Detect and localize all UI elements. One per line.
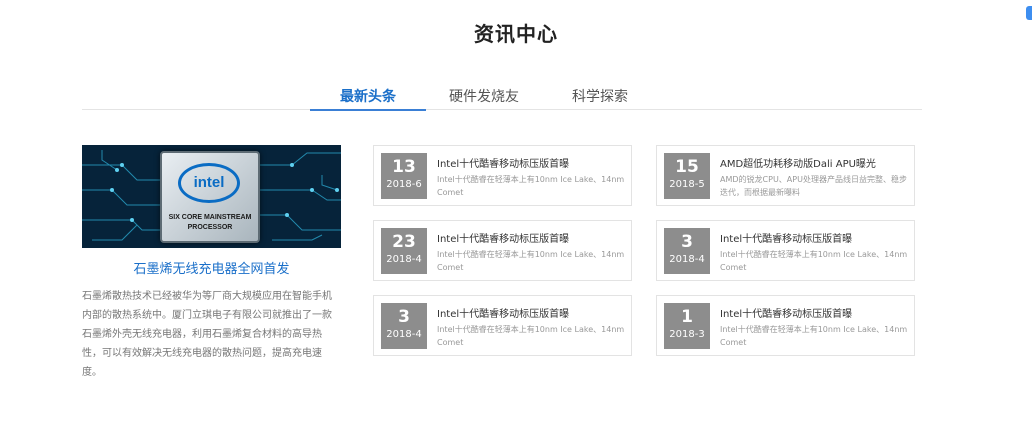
tab-hardware[interactable]: 硬件发烧友 — [426, 86, 542, 110]
date-day: 23 — [392, 232, 416, 252]
date-year-month: 2018-4 — [386, 329, 422, 340]
news-excerpt: Intel十代酷睿在轻薄本上有10nm Ice Lake、14nm Comet — [720, 250, 908, 272]
featured-title[interactable]: 石墨烯无线充电器全网首发 — [82, 258, 341, 277]
date-day: 3 — [681, 232, 693, 252]
news-excerpt: Intel十代酷睿在轻薄本上有10nm Ice Lake、14nm Comet — [437, 250, 625, 272]
date-year-month: 2018-3 — [669, 329, 705, 340]
news-item[interactable]: 3 2018-4 Intel十代酷睿移动标压版首曝 Intel十代酷睿在轻薄本上… — [656, 220, 915, 281]
side-widget-icon[interactable] — [1026, 6, 1032, 20]
news-title[interactable]: Intel十代酷睿移动标压版首曝 — [720, 305, 910, 320]
featured-description: 石墨烯散热技术已经被华为等厂商大规模应用在智能手机内部的散热系统中。厦门立琪电子… — [82, 291, 332, 378]
news-excerpt: Intel十代酷睿在轻薄本上有10nm Ice Lake、14nm Comet — [437, 175, 625, 197]
date-badge: 13 2018-6 — [381, 153, 427, 199]
news-tabs: 最新头条 硬件发烧友 科学探索 — [82, 86, 922, 111]
date-badge: 3 2018-4 — [381, 303, 427, 349]
featured-article: intel SIX CORE MAINSTREAM PROCESSOR 石墨烯无… — [82, 145, 341, 382]
date-year-month: 2018-4 — [386, 254, 422, 265]
tab-latest[interactable]: 最新头条 — [310, 86, 426, 111]
news-item[interactable]: 1 2018-3 Intel十代酷睿移动标压版首曝 Intel十代酷睿在轻薄本上… — [656, 295, 915, 356]
date-badge: 3 2018-4 — [664, 228, 710, 274]
tab-science[interactable]: 科学探索 — [542, 86, 658, 110]
date-year-month: 2018-4 — [669, 254, 705, 265]
news-excerpt: AMD的锐龙CPU、APU处理器产品线日益完整、稳步迭代，而根据最新曝料 — [720, 175, 907, 197]
featured-image[interactable]: intel SIX CORE MAINSTREAM PROCESSOR — [82, 145, 341, 248]
news-title[interactable]: AMD超低功耗移动版Dali APU曝光 — [720, 155, 910, 170]
news-item[interactable]: 15 2018-5 AMD超低功耗移动版Dali APU曝光 AMD的锐龙CPU… — [656, 145, 915, 206]
news-item[interactable]: 3 2018-4 Intel十代酷睿移动标压版首曝 Intel十代酷睿在轻薄本上… — [373, 295, 632, 356]
date-badge: 15 2018-5 — [664, 153, 710, 199]
news-title[interactable]: Intel十代酷睿移动标压版首曝 — [437, 230, 627, 245]
page-title: 资讯中心 — [474, 22, 558, 46]
date-day: 3 — [398, 307, 410, 327]
intel-logo: intel — [178, 163, 240, 203]
news-title[interactable]: Intel十代酷睿移动标压版首曝 — [437, 155, 627, 170]
date-year-month: 2018-6 — [386, 179, 422, 190]
date-year-month: 2018-5 — [669, 179, 705, 190]
news-excerpt: Intel十代酷睿在轻薄本上有10nm Ice Lake、14nm Comet — [720, 325, 908, 347]
date-day: 1 — [681, 307, 693, 327]
date-badge: 23 2018-4 — [381, 228, 427, 274]
news-title[interactable]: Intel十代酷睿移动标压版首曝 — [437, 305, 627, 320]
chip-caption: SIX CORE MAINSTREAM PROCESSOR — [168, 214, 252, 231]
date-badge: 1 2018-3 — [664, 303, 710, 349]
news-item[interactable]: 23 2018-4 Intel十代酷睿移动标压版首曝 Intel十代酷睿在轻薄本… — [373, 220, 632, 281]
processor-chip: intel SIX CORE MAINSTREAM PROCESSOR — [160, 151, 260, 243]
news-item[interactable]: 13 2018-6 Intel十代酷睿移动标压版首曝 Intel十代酷睿在轻薄本… — [373, 145, 632, 206]
news-excerpt: Intel十代酷睿在轻薄本上有10nm Ice Lake、14nm Comet — [437, 325, 625, 347]
news-title[interactable]: Intel十代酷睿移动标压版首曝 — [720, 230, 910, 245]
date-day: 13 — [392, 157, 416, 177]
date-day: 15 — [675, 157, 699, 177]
